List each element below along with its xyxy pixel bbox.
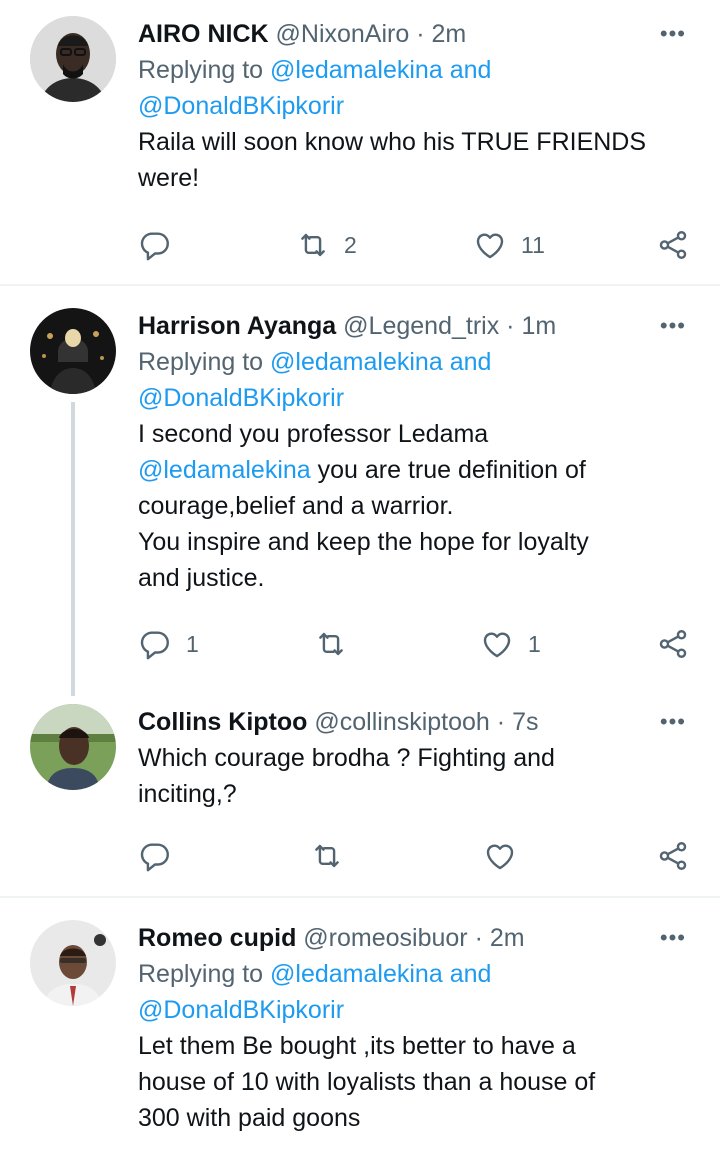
tweet-text-line: 300 with paid goons	[138, 1104, 361, 1132]
action-bar: 2 11	[138, 225, 690, 265]
timestamp[interactable]: 2m	[432, 20, 467, 48]
replying-and[interactable]: and	[450, 56, 492, 84]
tweet-header: Harrison Ayanga @Legend_trix · 1m	[138, 308, 690, 344]
user-handle[interactable]: @Legend_trix	[343, 312, 499, 340]
separator: ·	[506, 312, 515, 340]
share-button[interactable]	[656, 624, 690, 664]
replying-prefix: Replying to	[138, 960, 264, 988]
replying-to: Replying to @ledamalekina and @DonaldBKi…	[138, 52, 690, 124]
tweet-text-line: were!	[138, 164, 200, 192]
tweet-text-line: and justice.	[138, 564, 265, 592]
replying-and[interactable]: and	[450, 960, 492, 988]
like-button[interactable]	[483, 836, 517, 876]
thread-line	[71, 402, 75, 696]
tweet[interactable]: Harrison Ayanga @Legend_trix · 1m Replyi…	[0, 286, 720, 696]
replying-prefix: Replying to	[138, 348, 264, 376]
mention-link[interactable]: @ledamalekina	[270, 56, 443, 84]
more-options-icon[interactable]: •••	[660, 23, 686, 45]
mention-link[interactable]: @DonaldBKipkorir	[138, 996, 344, 1024]
mention-link[interactable]: @DonaldBKipkorir	[138, 384, 344, 412]
retweet-button[interactable]	[310, 836, 344, 876]
avatar[interactable]	[30, 920, 116, 1006]
like-button[interactable]: 11	[473, 225, 545, 265]
reply-button[interactable]	[138, 836, 172, 876]
tweet-text-line: Which courage brodha ? Fighting and	[138, 744, 555, 772]
tweet-text: I second you professor Ledama @ledamalek…	[138, 416, 690, 596]
retweet-count: 2	[344, 231, 357, 258]
replying-prefix: Replying to	[138, 56, 264, 84]
tweet-text-line: Let them Be bought ,its better to have a	[138, 1032, 576, 1060]
tweet-text: Raila will soon know who his TRUE FRIEND…	[138, 124, 690, 196]
display-name[interactable]: Harrison Ayanga	[138, 312, 336, 340]
share-button[interactable]	[656, 225, 690, 265]
display-name[interactable]: Collins Kiptoo	[138, 708, 307, 736]
user-handle[interactable]: @collinskiptooh	[314, 708, 489, 736]
heart-icon	[483, 839, 517, 873]
reply-icon	[138, 228, 172, 262]
share-button[interactable]	[656, 836, 690, 876]
mention-link[interactable]: @DonaldBKipkorir	[138, 92, 344, 120]
reply-button[interactable]	[138, 225, 172, 265]
tweet-text-line: inciting,?	[138, 780, 237, 808]
more-options-icon[interactable]: •••	[660, 315, 686, 337]
tweet[interactable]: Romeo cupid @romeosibuor · 2m Replying t…	[0, 898, 720, 1163]
display-name[interactable]: AIRO NICK	[138, 20, 269, 48]
replying-to: Replying to @ledamalekina and @DonaldBKi…	[138, 956, 690, 1028]
tweet-text-line: courage,belief and a warrior.	[138, 492, 454, 520]
reply-icon	[138, 627, 172, 661]
retweet-icon	[296, 228, 330, 262]
avatar[interactable]	[30, 308, 116, 394]
separator: ·	[474, 924, 483, 952]
retweet-button[interactable]	[314, 624, 348, 664]
replying-to: Replying to @ledamalekina and @DonaldBKi…	[138, 344, 690, 416]
heart-icon	[480, 627, 514, 661]
like-button[interactable]: 1	[480, 624, 541, 664]
more-options-icon[interactable]: •••	[660, 927, 686, 949]
tweet-text-line: you are true definition of	[310, 456, 586, 484]
tweet-header: Romeo cupid @romeosibuor · 2m	[138, 920, 690, 956]
tweet-text: Which courage brodha ? Fighting and inci…	[138, 740, 690, 812]
tweet-text-line: Raila will soon know who his TRUE FRIEND…	[138, 128, 647, 156]
timestamp[interactable]: 7s	[512, 708, 538, 736]
tweet-text-line: You inspire and keep the hope for loyalt…	[138, 528, 589, 556]
timestamp[interactable]: 2m	[490, 924, 525, 952]
reply-count: 1	[186, 630, 199, 657]
retweet-icon	[314, 627, 348, 661]
share-icon	[656, 839, 690, 873]
heart-icon	[473, 228, 507, 262]
retweet-icon	[310, 839, 344, 873]
action-bar	[138, 836, 690, 876]
reply-button[interactable]: 1	[138, 624, 199, 664]
tweet-text-line: I second you professor Ledama	[138, 420, 489, 448]
mention-link[interactable]: @ledamalekina	[270, 348, 443, 376]
user-handle[interactable]: @romeosibuor	[303, 924, 467, 952]
more-options-icon[interactable]: •••	[660, 711, 686, 733]
reply-icon	[138, 839, 172, 873]
mention-link[interactable]: @ledamalekina	[138, 456, 311, 484]
action-bar: 1 1	[138, 624, 690, 664]
tweet[interactable]: Collins Kiptoo @collinskiptooh · 7s Whic…	[0, 696, 720, 896]
avatar[interactable]	[30, 704, 116, 790]
display-name[interactable]: Romeo cupid	[138, 924, 296, 952]
separator: ·	[416, 20, 425, 48]
avatar[interactable]	[30, 16, 116, 102]
like-count: 11	[521, 231, 545, 258]
tweet-header: Collins Kiptoo @collinskiptooh · 7s	[138, 704, 690, 740]
user-handle[interactable]: @NixonAiro	[276, 20, 410, 48]
replying-and[interactable]: and	[450, 348, 492, 376]
timestamp[interactable]: 1m	[521, 312, 556, 340]
like-count: 1	[528, 630, 541, 657]
tweet-text-line: house of 10 with loyalists than a house …	[138, 1068, 596, 1096]
tweet-header: AIRO NICK @NixonAiro · 2m	[138, 16, 690, 52]
separator: ·	[496, 708, 506, 736]
retweet-button[interactable]: 2	[296, 225, 357, 265]
share-icon	[656, 627, 690, 661]
tweet-text: Let them Be bought ,its better to have a…	[138, 1028, 690, 1136]
tweet[interactable]: AIRO NICK @NixonAiro · 2m Replying to @l…	[0, 0, 720, 284]
share-icon	[656, 228, 690, 262]
mention-link[interactable]: @ledamalekina	[270, 960, 443, 988]
